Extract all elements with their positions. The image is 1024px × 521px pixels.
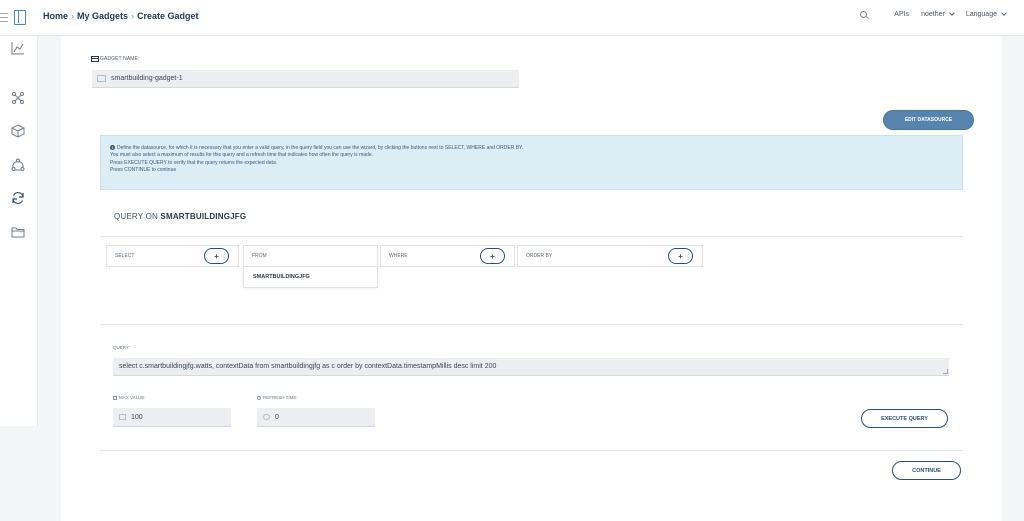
chevron-down-icon	[1001, 10, 1007, 16]
gadget-name-label-text: GADGET NAME:	[100, 56, 140, 62]
gadget-name-label: GADGET NAME:	[91, 56, 139, 62]
id-card-icon	[97, 75, 106, 82]
book-logo-icon[interactable]	[14, 10, 26, 25]
clock-icon	[263, 414, 270, 420]
info-line: i Define the datasource, for which it is …	[110, 145, 953, 152]
chart-icon[interactable]	[11, 41, 25, 55]
menu-toggle[interactable]	[0, 10, 28, 26]
breadcrumb-my-gadgets[interactable]: My Gadgets	[77, 11, 128, 21]
breadcrumb-separator: ›	[71, 11, 75, 21]
info-alert: i Define the datasource, for which it is …	[100, 135, 963, 190]
cube-icon[interactable]	[11, 124, 25, 138]
query-title-ontology: SMARTBUILDINGJFG	[160, 212, 247, 221]
create-gadget-card: GADGET NAME: smartbuilding-gadget-1 EDIT…	[61, 36, 1002, 521]
list-icon	[119, 414, 126, 420]
where-clause[interactable]: WHERE +	[380, 245, 515, 267]
info-icon: i	[110, 145, 115, 150]
max-value-input[interactable]: 100	[113, 408, 231, 427]
max-value-text: 100	[131, 413, 143, 421]
where-label: WHERE	[389, 253, 408, 259]
top-header: Home › My Gadgets › Create Gadget APIs noeth…	[0, 0, 1024, 36]
folder-icon[interactable]	[11, 225, 25, 239]
continue-button[interactable]: CONTINUE	[892, 461, 961, 480]
language-menu[interactable]: Language	[965, 10, 1007, 18]
refresh-icon[interactable]	[11, 191, 25, 205]
refresh-time-label: REFRESH TIME:	[257, 395, 298, 400]
add-where-button[interactable]: +	[480, 248, 505, 264]
info-line: You must also select a maximum of result…	[110, 152, 373, 159]
orderby-label: ORDER BY	[526, 253, 553, 259]
refresh-time-label-text: REFRESH TIME:	[263, 395, 298, 400]
from-label: FROM	[252, 253, 267, 259]
divider	[100, 324, 963, 325]
user-name: noether	[921, 11, 945, 18]
refresh-time-text: 0	[275, 413, 279, 421]
clock-icon	[257, 395, 261, 400]
breadcrumb-separator: ›	[131, 11, 135, 21]
query-text: select c.smartbuildingjfg.watts, context…	[119, 363, 497, 370]
max-value-label-text: MAX VALUE:	[119, 395, 146, 400]
breadcrumb-home[interactable]: Home	[43, 11, 68, 21]
resize-grip-icon[interactable]	[943, 369, 948, 374]
network-icon[interactable]	[11, 91, 25, 105]
hamburger-icon[interactable]	[0, 13, 8, 22]
edit-datasource-button[interactable]: EDIT DATASOURCE	[883, 110, 974, 130]
query-title-prefix: QUERY ON	[114, 212, 158, 221]
refresh-time-input[interactable]: 0	[257, 408, 375, 427]
divider	[100, 236, 963, 237]
left-sidebar	[0, 36, 38, 426]
query-label: QUERY:	[113, 345, 130, 350]
query-textarea[interactable]: select c.smartbuildingjfg.watts, context…	[113, 358, 949, 376]
header-actions: APIs noether Language	[860, 10, 1007, 18]
select-label: SELECT	[115, 253, 135, 259]
id-card-icon	[91, 56, 99, 62]
search-icon[interactable]	[860, 11, 868, 18]
from-clause[interactable]: FROM	[243, 245, 378, 267]
user-menu[interactable]: noether	[921, 10, 955, 18]
language-label: Language	[965, 11, 997, 18]
max-value-label: MAX VALUE:	[113, 395, 146, 400]
breadcrumb: Home › My Gadgets › Create Gadget	[43, 11, 199, 21]
gadget-name-input[interactable]: smartbuilding-gadget-1	[92, 70, 519, 88]
add-select-button[interactable]: +	[204, 248, 229, 264]
gadget-name-value: smartbuilding-gadget-1	[111, 75, 183, 82]
query-title: QUERY ON SMARTBUILDINGJFG	[114, 212, 246, 221]
orderby-clause[interactable]: ORDER BY +	[517, 245, 703, 267]
breadcrumb-current: Create Gadget	[137, 11, 199, 21]
divider	[100, 450, 963, 451]
share-icon[interactable]	[11, 158, 25, 172]
chevron-down-icon	[949, 10, 955, 16]
from-option[interactable]: SMARTBUILDINGJFG	[243, 267, 378, 288]
info-text: Define the datasource, for which it is n…	[117, 145, 524, 151]
info-line: Press EXECUTE QUERY to verify that the q…	[110, 159, 278, 166]
list-icon	[113, 395, 117, 400]
select-clause[interactable]: SELECT +	[106, 245, 239, 267]
add-orderby-button[interactable]: +	[668, 248, 693, 264]
execute-query-button[interactable]: EXECUTE QUERY	[861, 409, 948, 428]
apis-link[interactable]: APIs	[894, 11, 909, 18]
info-line: Press CONTINUE to continue	[110, 166, 177, 173]
